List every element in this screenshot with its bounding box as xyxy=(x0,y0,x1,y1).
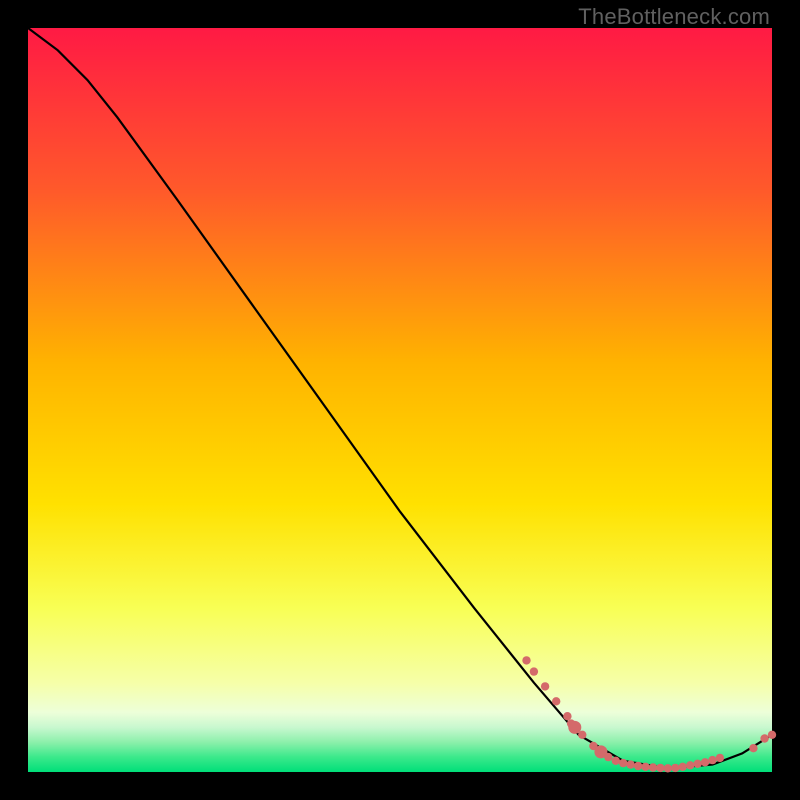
data-dot xyxy=(612,757,620,765)
data-dot xyxy=(701,758,709,766)
data-dot xyxy=(552,697,560,705)
data-dot xyxy=(679,763,687,771)
data-dot xyxy=(626,760,634,768)
data-dot xyxy=(594,745,607,758)
data-dot xyxy=(522,656,530,664)
data-dot xyxy=(749,744,757,752)
data-dot xyxy=(716,754,724,762)
data-dot xyxy=(671,764,679,772)
data-dot xyxy=(563,712,571,720)
data-dot xyxy=(541,682,549,690)
chart-overlay xyxy=(28,28,772,772)
data-dot xyxy=(693,760,701,768)
data-dot xyxy=(649,763,657,771)
data-dot xyxy=(664,764,672,772)
data-dot xyxy=(568,721,581,734)
bottleneck-curve xyxy=(28,28,772,768)
data-dot xyxy=(686,761,694,769)
data-dot xyxy=(530,667,538,675)
data-dot xyxy=(619,759,627,767)
data-dot xyxy=(768,731,776,739)
data-dot xyxy=(708,756,716,764)
data-dot xyxy=(760,734,768,742)
data-dot xyxy=(641,763,649,771)
data-dot xyxy=(656,764,664,772)
plot-frame xyxy=(28,28,772,772)
watermark-text: TheBottleneck.com xyxy=(578,4,770,30)
data-dot xyxy=(634,762,642,770)
